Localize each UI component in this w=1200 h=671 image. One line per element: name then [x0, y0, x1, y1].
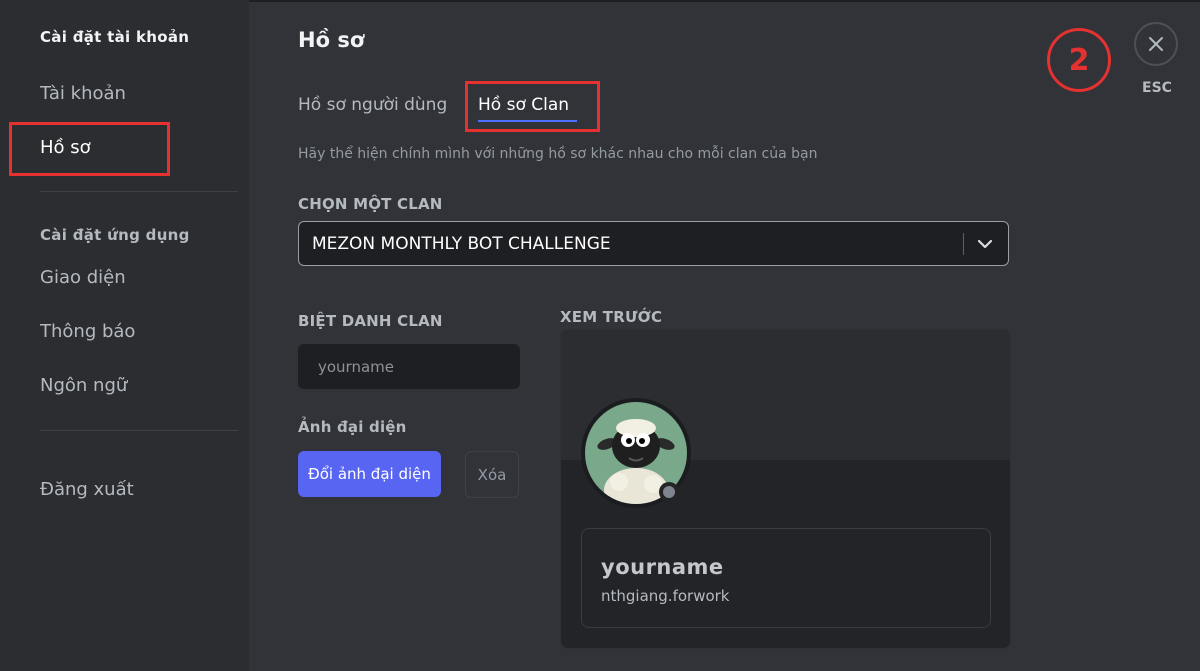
preview-username: nthgiang.forwork [601, 587, 730, 605]
preview-display-name: yourname [601, 555, 724, 579]
preview-label: XEM TRƯỚC [560, 308, 663, 326]
settings-sidebar: Cài đặt tài khoản Tài khoản Hồ sơ Cài đặ… [0, 0, 249, 671]
nickname-input[interactable] [298, 344, 520, 389]
sidebar-section-app-title: Cài đặt ứng dụng [40, 226, 190, 244]
page-description: Hãy thể hiện chính mình với những hồ sơ … [298, 146, 818, 162]
close-icon [1149, 37, 1163, 51]
sidebar-item-logout[interactable]: Đăng xuất [40, 479, 134, 500]
main-content: Hồ sơ Hồ sơ người dùng Hồ sơ Clan Hãy th… [249, 0, 1200, 671]
close-button[interactable] [1134, 22, 1178, 66]
sidebar-item-notifications[interactable]: Thông báo [40, 321, 135, 342]
profile-preview-card: yourname nthgiang.forwork [560, 329, 1011, 649]
sidebar-section-account-title: Cài đặt tài khoản [40, 28, 190, 46]
remove-avatar-button[interactable]: Xóa [465, 451, 519, 498]
sidebar-item-appearance[interactable]: Giao diện [40, 267, 126, 288]
sidebar-divider [40, 191, 238, 192]
clan-select[interactable]: MEZON MONTHLY BOT CHALLENGE [298, 221, 1009, 266]
clan-select-label: CHỌN MỘT CLAN [298, 195, 443, 213]
chevron-down-icon[interactable] [974, 233, 996, 255]
esc-label: ESC [1142, 80, 1172, 96]
page-title: Hồ sơ [298, 28, 365, 52]
change-avatar-button[interactable]: Đổi ảnh đại diện [298, 451, 441, 497]
sidebar-item-account[interactable]: Tài khoản [40, 83, 126, 104]
clan-select-value: MEZON MONTHLY BOT CHALLENGE [312, 234, 611, 254]
sidebar-item-language[interactable]: Ngôn ngữ [40, 375, 127, 396]
status-indicator [659, 482, 679, 502]
highlight-box-clan-tab [465, 81, 600, 132]
step-number-badge: 2 [1047, 28, 1111, 92]
sidebar-divider [40, 430, 238, 431]
highlight-box-profile [9, 122, 170, 176]
preview-info-box: yourname nthgiang.forwork [581, 528, 991, 628]
nickname-label: BIỆT DANH CLAN [298, 312, 443, 330]
select-separator [963, 233, 964, 255]
avatar-label: Ảnh đại diện [298, 418, 407, 436]
tab-user-profile[interactable]: Hồ sơ người dùng [298, 95, 447, 115]
